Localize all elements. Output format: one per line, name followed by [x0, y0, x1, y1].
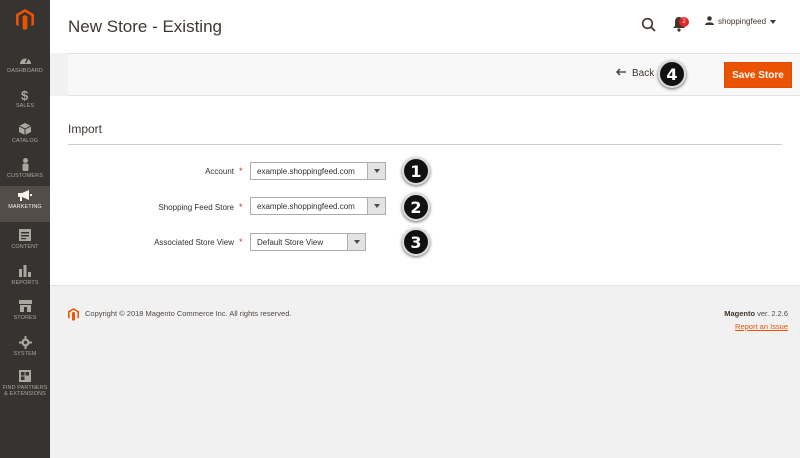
- nav-label: REPORTS: [11, 280, 39, 286]
- nav-stores[interactable]: STORES: [0, 297, 50, 333]
- search-icon[interactable]: [641, 17, 657, 33]
- magento-logo-icon: [16, 8, 34, 30]
- chevron-down-icon: [367, 163, 385, 179]
- nav-label: SYSTEM: [13, 351, 37, 357]
- page-actions-toolbar: Back 4 Save Store: [68, 53, 800, 96]
- nav-label: CATALOG: [11, 138, 39, 144]
- shopping-feed-store-select[interactable]: example.shoppingfeed.com: [250, 197, 386, 215]
- username: shoppingfeed: [718, 17, 767, 26]
- nav-label: CONTENT: [11, 244, 39, 250]
- required-marker: *: [239, 202, 243, 212]
- required-marker: *: [239, 237, 243, 247]
- nav-label: FIND PARTNERS & EXTENSIONS: [2, 385, 48, 397]
- extensions-icon: [18, 369, 32, 383]
- nav-catalog[interactable]: CATALOG: [0, 120, 50, 156]
- page-title: New Store - Existing: [68, 17, 222, 36]
- account-select[interactable]: example.shoppingfeed.com: [250, 162, 386, 180]
- copyright-text: Copyright © 2018 Magento Commerce Inc. A…: [85, 309, 292, 318]
- version-info: Magento ver. 2.2.6: [724, 309, 788, 318]
- section-divider: [68, 144, 782, 145]
- nav-label: DASHBOARD: [7, 68, 43, 74]
- magento-logo[interactable]: [0, 0, 50, 38]
- magento-footer-logo-icon: [68, 308, 79, 321]
- arrow-left-icon: [616, 68, 626, 79]
- step-marker-2: 2: [402, 193, 430, 221]
- bar-chart-icon: [18, 264, 32, 278]
- chevron-down-icon: [367, 198, 385, 214]
- main-area: New Store - Existing 2 shoppingfeed Back…: [50, 0, 800, 458]
- nav-label: CUSTOMERS: [7, 173, 43, 179]
- page-header: New Store - Existing 2 shoppingfeed: [50, 0, 800, 53]
- nav-label: MARKETING: [8, 204, 42, 210]
- person-icon: [18, 157, 32, 171]
- dollar-icon: $: [18, 87, 32, 101]
- chevron-down-icon: [770, 17, 777, 26]
- nav-sales[interactable]: $ SALES: [0, 85, 50, 121]
- nav-system[interactable]: SYSTEM: [0, 333, 50, 369]
- svg-text:$: $: [21, 88, 29, 101]
- admin-sidebar: DASHBOARD $ SALES CATALOG CUSTOMERS MARK…: [0, 0, 50, 458]
- step-marker-4: 4: [658, 60, 686, 88]
- nav-marketing[interactable]: MARKETING: [0, 186, 50, 222]
- user-menu[interactable]: shoppingfeed: [705, 16, 777, 27]
- associated-store-view-select[interactable]: Default Store View: [250, 233, 366, 251]
- nav-dashboard[interactable]: DASHBOARD: [0, 50, 50, 86]
- account-label: Account: [205, 167, 234, 176]
- step-marker-3: 3: [402, 228, 430, 256]
- account-select-value: example.shoppingfeed.com: [257, 166, 355, 176]
- box-icon: [18, 122, 32, 136]
- associated-store-view-select-value: Default Store View: [257, 237, 324, 247]
- chevron-down-icon: [347, 234, 365, 250]
- report-issue-link[interactable]: Report an Issue: [735, 322, 788, 331]
- associated-store-view-label: Associated Store View: [154, 238, 234, 247]
- storefront-icon: [18, 299, 32, 313]
- nav-label: STORES: [13, 315, 37, 321]
- step-marker-1: 1: [402, 157, 430, 185]
- layout-icon: [18, 228, 32, 242]
- back-label: Back: [632, 68, 655, 79]
- nav-label: SALES: [15, 103, 35, 109]
- shopping-feed-store-select-value: example.shoppingfeed.com: [257, 201, 355, 211]
- shopping-feed-store-label: Shopping Feed Store: [158, 203, 234, 212]
- save-store-button[interactable]: Save Store: [724, 62, 792, 88]
- brand-name: Magento: [724, 309, 756, 318]
- nav-find-partners[interactable]: FIND PARTNERS & EXTENSIONS: [0, 367, 50, 403]
- notifications-badge: 2: [679, 17, 689, 27]
- nav-content[interactable]: CONTENT: [0, 226, 50, 262]
- form-content: Import Account * example.shoppingfeed.co…: [50, 96, 800, 285]
- section-title: Import: [68, 122, 103, 136]
- megaphone-icon: [18, 188, 32, 202]
- speedometer-icon: [18, 52, 32, 66]
- back-button[interactable]: Back: [616, 68, 654, 79]
- nav-reports[interactable]: REPORTS: [0, 262, 50, 298]
- gear-icon: [18, 335, 32, 349]
- version-number: ver. 2.2.6: [757, 309, 788, 318]
- user-icon: [705, 16, 714, 27]
- required-marker: *: [239, 166, 243, 176]
- page-footer: Copyright © 2018 Magento Commerce Inc. A…: [50, 285, 800, 458]
